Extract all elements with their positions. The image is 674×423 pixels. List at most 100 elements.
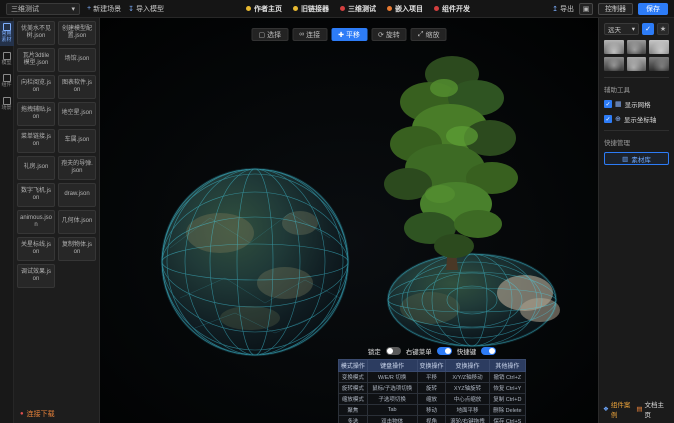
- tool-平移[interactable]: ✚平移: [331, 28, 367, 41]
- shortcut-cell: X/Y/Z轴移动: [446, 372, 489, 383]
- doc-home-link[interactable]: ▤文档主页: [636, 399, 670, 419]
- topbar-link[interactable]: 三维测试: [340, 4, 376, 14]
- asset-card[interactable]: 地空星.json: [58, 102, 96, 126]
- helper-option[interactable]: ✓▦显示网格: [604, 99, 669, 109]
- asset-card[interactable]: 向栏阅览.json: [17, 75, 55, 99]
- topbar-link[interactable]: 组件开发: [434, 4, 470, 14]
- screenshot-button[interactable]: ▣: [579, 3, 593, 15]
- helper-tools-title: 辅助工具: [604, 84, 669, 94]
- export-button[interactable]: ↥ 导出: [552, 4, 574, 14]
- select-icon: ▢: [259, 31, 266, 39]
- save-button[interactable]: 保存: [638, 3, 668, 15]
- favorite-button[interactable]: ★: [657, 23, 669, 35]
- tool-连接[interactable]: ∞连接: [292, 28, 327, 41]
- material-library-button[interactable]: ▥ 素材库: [604, 152, 669, 165]
- topbar-link[interactable]: 作者主页: [246, 4, 282, 14]
- doc-icon: ▤: [636, 405, 642, 413]
- rail-item-组件[interactable]: 组件: [0, 72, 14, 91]
- tool-label: 连接: [306, 30, 320, 40]
- checkbox-checked[interactable]: ✓: [604, 115, 612, 123]
- shortcut-cell: Tab: [367, 405, 417, 416]
- asset-card[interactable]: 复制物体.json: [58, 237, 96, 261]
- scene-select[interactable]: 三维测试 ▾: [6, 3, 80, 15]
- helper-option[interactable]: ✓⊕显示坐标轴: [604, 114, 669, 124]
- topbar-link-label: 嵌入项目: [395, 4, 423, 14]
- library-icon: ▥: [622, 155, 628, 163]
- asset-card[interactable]: 创建模型配置.json: [58, 21, 96, 45]
- shortcut-cell: 删除 Delete: [489, 405, 525, 416]
- asset-card[interactable]: 优美水不见树.json: [17, 21, 55, 45]
- topbar-link-label: 旧链接器: [301, 4, 329, 14]
- asset-card[interactable]: 瓦片3dtile模型.json: [17, 48, 55, 72]
- sky-thumb-6[interactable]: [649, 57, 669, 71]
- link-badge-icon: [340, 6, 345, 11]
- import-model-button[interactable]: ↧ 导入模型: [128, 4, 164, 14]
- rotate-icon: ⟳: [378, 31, 384, 39]
- toggle-switch-锁定[interactable]: [386, 347, 401, 355]
- translate-icon: ✚: [338, 31, 344, 39]
- component-example-link[interactable]: ❖组件案例: [603, 399, 636, 419]
- rail-item-label: 常用素材: [1, 32, 12, 44]
- asset-card[interactable]: 关星标线.json: [17, 237, 55, 261]
- controller-button[interactable]: 控制器: [598, 3, 633, 15]
- link-badge-icon: [387, 6, 392, 11]
- tool-选择[interactable]: ▢选择: [252, 28, 289, 41]
- shortcut-cell: 撤销 Ctrl+Z: [489, 372, 525, 383]
- shortcut-cell: 缩放: [417, 394, 446, 405]
- asset-card[interactable]: animous.json: [17, 210, 55, 234]
- globe-object[interactable]: [162, 169, 348, 355]
- sky-thumb-3[interactable]: [649, 40, 669, 54]
- tool-旋转[interactable]: ⟳旋转: [371, 28, 407, 41]
- sky-thumb-2[interactable]: [627, 40, 647, 54]
- shortcut-cell: W/E/R 切换: [367, 372, 417, 383]
- asset-card[interactable]: 调试效果.json: [17, 264, 55, 288]
- asset-card[interactable]: 图表软件.json: [58, 75, 96, 99]
- export-label: 导出: [560, 4, 574, 14]
- rail-item-常用素材[interactable]: 常用素材: [0, 21, 14, 46]
- toggle-row: 锁定右键菜单快捷键: [338, 346, 526, 356]
- asset-card[interactable]: 菜单链接.json: [17, 129, 55, 153]
- asset-card[interactable]: draw.json: [58, 183, 96, 207]
- asset-card[interactable]: 数字飞机.json: [17, 183, 55, 207]
- topbar-right: ↥ 导出 ▣ 控制器 保存: [552, 3, 668, 15]
- tool-label: 平移: [346, 30, 360, 40]
- rail-item-模型[interactable]: 模型: [0, 50, 14, 69]
- asset-card[interactable]: 礼房.json: [17, 156, 55, 180]
- checkbox-checked[interactable]: ✓: [604, 100, 612, 108]
- chevron-down-icon: ▾: [632, 25, 635, 33]
- new-scene-button[interactable]: + 新建场景: [87, 4, 121, 14]
- tool-缩放[interactable]: ⤢缩放: [411, 28, 447, 41]
- confirm-button[interactable]: ✓: [642, 23, 654, 35]
- controller-label: 控制器: [605, 4, 626, 14]
- shortcut-overlay: 锁定右键菜单快捷键 模式操作键盘操作变换操作变换操作其他操作 变换模式W/E/R…: [338, 346, 526, 423]
- topbar-link-label: 作者主页: [254, 4, 282, 14]
- shortcut-col-header: 变换操作: [446, 360, 489, 372]
- asset-card[interactable]: 几何体.json: [58, 210, 96, 234]
- asset-card[interactable]: 车属.json: [58, 129, 96, 153]
- link-badge-icon: [293, 6, 298, 11]
- quick-manage-title: 快捷管理: [604, 137, 669, 147]
- asset-card[interactable]: 场馆.json: [58, 48, 96, 72]
- rail-item-场景[interactable]: 场景: [0, 95, 14, 114]
- viewport[interactable]: ▢选择∞连接 ✚平移 ⟳旋转 ⤢缩放 锁定右键菜单快捷键 模式操作键盘操作变换操作变换…: [100, 18, 598, 423]
- sky-select[interactable]: 远天 ▾: [604, 23, 639, 35]
- helper-list: ✓▦显示网格 ✓⊕显示坐标轴: [604, 99, 669, 124]
- island-object[interactable]: [388, 254, 560, 346]
- toggle-switch-快捷键[interactable]: [481, 347, 496, 355]
- link-badge-icon: [246, 6, 251, 11]
- download-link[interactable]: ● 连接下载: [20, 409, 55, 419]
- topbar-link[interactable]: 嵌入项目: [387, 4, 423, 14]
- shortcut-cell: 复制 Ctrl+D: [489, 394, 525, 405]
- topbar-link[interactable]: 旧链接器: [293, 4, 329, 14]
- shortcut-cell: 鼠标/子选项切换: [367, 383, 417, 394]
- asset-card[interactable]: 孢夫的导弹.json: [58, 156, 96, 180]
- shortcut-cell: 多选: [339, 416, 368, 423]
- sky-thumb-5[interactable]: [627, 57, 647, 71]
- sky-thumb-4[interactable]: [604, 57, 624, 71]
- asset-card[interactable]: 拖拽辅贴.json: [17, 102, 55, 126]
- sky-thumb-1[interactable]: [604, 40, 624, 54]
- rail-item-label: 场景: [1, 106, 12, 112]
- plus-icon: +: [87, 5, 91, 12]
- shortcut-row: 旋转模式鼠标/子选项切换旋转XYZ轴旋转恢复 Ctrl+Y: [339, 383, 526, 394]
- toggle-switch-右键菜单[interactable]: [437, 347, 452, 355]
